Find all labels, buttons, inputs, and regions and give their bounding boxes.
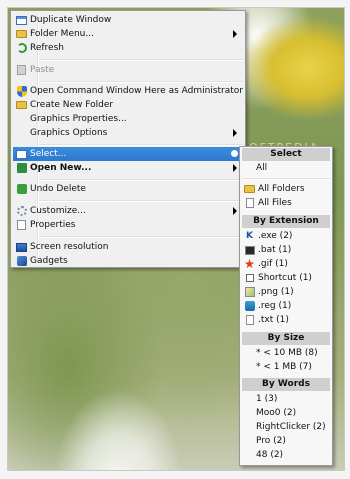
gear-icon [15, 206, 28, 217]
menu-separator [39, 144, 243, 146]
submenu-item-all-files[interactable]: All Files [242, 196, 330, 210]
submenu-item-ext-bat[interactable]: .bat (1) [242, 243, 330, 257]
submenu-item-all[interactable]: All [242, 161, 330, 175]
submenu-item-label: .png (1) [258, 287, 294, 297]
menu-item-label: Graphics Properties... [30, 114, 127, 124]
png-icon [243, 287, 256, 298]
submenu-item-size-1mb[interactable]: * < 1 MB (7) [242, 360, 330, 374]
menu-item-label: Gadgets [30, 256, 68, 266]
properties-icon [15, 220, 28, 231]
gadgets-icon [15, 256, 28, 267]
bat-icon [243, 245, 256, 256]
menu-item-paste[interactable]: Paste [13, 63, 243, 77]
menu-item-select[interactable]: Select... [13, 147, 243, 161]
menu-item-label: Select... [30, 149, 67, 159]
reg-icon [243, 301, 256, 312]
submenu-item-ext-exe[interactable]: K .exe (2) [242, 229, 330, 243]
menu-item-create-new-folder[interactable]: Create New Folder [13, 98, 243, 112]
menu-item-label: Properties [30, 220, 76, 230]
menu-item-label: Graphics Options [30, 128, 108, 138]
menu-item-refresh[interactable]: Refresh [13, 41, 243, 55]
submenu-arrow-icon [233, 164, 237, 172]
menu-item-label: Screen resolution [30, 242, 109, 252]
select-icon [15, 149, 28, 160]
select-submenu: Select All All Folders All Files By Exte… [239, 146, 333, 466]
folder-icon [243, 184, 256, 195]
gif-icon [243, 259, 256, 270]
menu-item-graphics-properties[interactable]: Graphics Properties... [13, 112, 243, 126]
submenu-separator [242, 178, 330, 180]
submenu-item-label: .txt (1) [258, 315, 289, 325]
refresh-icon [15, 43, 28, 54]
submenu-item-label: All Folders [258, 184, 305, 194]
submenu-item-size-10mb[interactable]: * < 10 MB (8) [242, 346, 330, 360]
submenu-item-word-1[interactable]: 1 (3) [242, 392, 330, 406]
txt-icon [243, 315, 256, 326]
menu-item-label: Undo Delete [30, 184, 86, 194]
menu-item-label: Customize... [30, 206, 86, 216]
menu-item-label: Folder Menu... [30, 29, 94, 39]
menu-item-open-command-window-admin[interactable]: Open Command Window Here as Administrato… [13, 84, 243, 98]
open-new-icon [15, 163, 28, 174]
submenu-arrow-icon [233, 30, 237, 38]
menu-item-label: Open Command Window Here as Administrato… [30, 86, 243, 96]
submenu-item-ext-txt[interactable]: .txt (1) [242, 313, 330, 327]
file-icon [243, 198, 256, 209]
menu-item-label: Paste [30, 65, 55, 75]
menu-item-screen-resolution[interactable]: Screen resolution [13, 240, 243, 254]
menu-item-folder-menu[interactable]: Folder Menu... [13, 27, 243, 41]
undo-icon [15, 184, 28, 195]
exe-icon: K [246, 231, 253, 241]
menu-item-duplicate-window[interactable]: Duplicate Window [13, 13, 243, 27]
menu-separator [39, 236, 243, 238]
submenu-item-word-pro[interactable]: Pro (2) [242, 434, 330, 448]
menu-item-label: Create New Folder [30, 100, 114, 110]
menu-item-customize[interactable]: Customize... [13, 204, 243, 218]
menu-separator [39, 59, 243, 61]
menu-item-open-new[interactable]: Open New... [13, 161, 243, 175]
screen-icon [15, 242, 28, 253]
window-icon [15, 15, 28, 26]
submenu-item-word-rightclicker[interactable]: RightClicker (2) [242, 420, 330, 434]
submenu-arrow-icon [233, 207, 237, 215]
submenu-item-label: .exe (2) [258, 231, 293, 241]
menu-item-undo-delete[interactable]: Undo Delete [13, 182, 243, 196]
menu-separator [39, 179, 243, 181]
menu-item-properties[interactable]: Properties [13, 218, 243, 232]
folder-icon [15, 29, 28, 40]
submenu-item-word-48[interactable]: 48 (2) [242, 448, 330, 462]
submenu-item-label: All Files [258, 198, 292, 208]
submenu-item-label: .gif (1) [258, 259, 288, 269]
submenu-arrow-icon [233, 129, 237, 137]
menu-item-gadgets[interactable]: Gadgets [13, 254, 243, 268]
submenu-header-select: Select [242, 148, 330, 161]
submenu-open-indicator-icon [231, 150, 238, 157]
submenu-item-ext-reg[interactable]: .reg (1) [242, 299, 330, 313]
submenu-item-label: Shortcut (1) [258, 273, 312, 283]
paste-icon [15, 65, 28, 76]
shortcut-icon [243, 273, 256, 284]
submenu-item-word-moo0[interactable]: Moo0 (2) [242, 406, 330, 420]
shield-icon [15, 85, 28, 97]
submenu-item-ext-shortcut[interactable]: Shortcut (1) [242, 271, 330, 285]
menu-item-label: Duplicate Window [30, 15, 112, 25]
submenu-item-ext-gif[interactable]: .gif (1) [242, 257, 330, 271]
submenu-item-ext-png[interactable]: .png (1) [242, 285, 330, 299]
submenu-item-label: .reg (1) [258, 301, 292, 311]
submenu-item-all-folders[interactable]: All Folders [242, 182, 330, 196]
menu-item-label: Open New... [30, 163, 92, 173]
context-menu: Duplicate Window Folder Menu... Refresh … [10, 10, 246, 268]
menu-separator [39, 81, 243, 83]
new-folder-icon [15, 100, 28, 111]
submenu-header-by-extension: By Extension [242, 215, 330, 228]
submenu-header-by-words: By Words [242, 378, 330, 391]
menu-item-graphics-options[interactable]: Graphics Options [13, 126, 243, 140]
submenu-header-by-size: By Size [242, 332, 330, 345]
submenu-item-label: .bat (1) [258, 245, 292, 255]
menu-item-label: Refresh [30, 43, 64, 53]
menu-separator [39, 200, 243, 202]
